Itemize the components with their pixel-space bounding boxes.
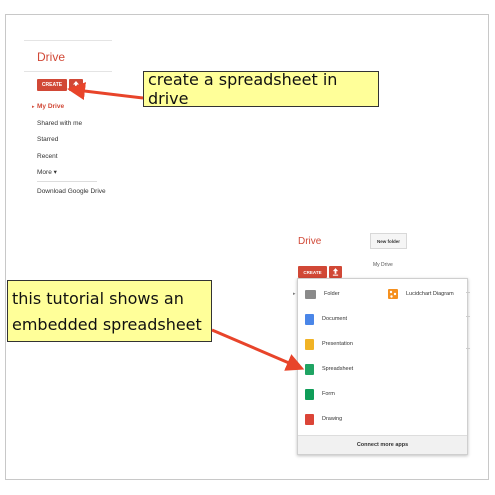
create-menu: Folder Document Presentation Spreadsheet… (297, 278, 468, 455)
new-folder-button[interactable]: New folder (370, 233, 407, 249)
connect-more-apps-button[interactable]: Connect more apps (298, 435, 467, 454)
menu-item-label: Form (322, 391, 335, 397)
menu-item-document[interactable]: Document (298, 311, 347, 327)
create-button[interactable]: CREATE (37, 79, 67, 91)
sidebar-item-recent[interactable]: Recent (37, 153, 106, 170)
sidebar-item-download-drive[interactable]: Download Google Drive (37, 188, 106, 205)
sidebar-item-shared-with-me[interactable]: Shared with me (37, 120, 106, 137)
upload-button-2[interactable] (329, 266, 342, 278)
spreadsheet-icon (305, 363, 314, 375)
menu-item-form[interactable]: Form (298, 386, 335, 402)
menu-item-label: Presentation (322, 341, 353, 347)
upload-icon (332, 268, 339, 276)
menu-item-label: Folder (324, 291, 340, 297)
drive-logo-title-2[interactable]: Drive (298, 236, 321, 247)
menu-item-label: Lucidchart Diagram (406, 291, 454, 297)
sidebar-item-label: My Drive (37, 103, 65, 110)
sidebar-item-label: Shared with me (37, 119, 83, 127)
callout-tutorial-line1: this tutorial shows an (12, 289, 184, 308)
sidebar-item-label: Recent (37, 152, 58, 160)
menu-item-lucidchart[interactable]: Lucidchart Diagram (388, 286, 454, 302)
drive-logo-title[interactable]: Drive (37, 50, 65, 64)
document-icon (305, 313, 314, 325)
collapse-caret-icon: ▸ (293, 291, 296, 297)
sidebar-item-more[interactable]: More ▾ (37, 169, 106, 186)
sidebar-item-starred[interactable]: Starred (37, 136, 106, 153)
sidebar-item-label: More ▾ (37, 169, 57, 176)
caret-right-icon: ▸ (32, 104, 35, 110)
folder-icon (305, 289, 316, 299)
upload-button[interactable] (69, 79, 83, 91)
create-button-2[interactable]: CREATE (298, 266, 327, 278)
drawing-icon (305, 413, 314, 425)
my-drive-heading: My Drive (373, 262, 393, 268)
menu-item-spreadsheet[interactable]: Spreadsheet (298, 361, 353, 377)
form-icon (305, 388, 314, 400)
menu-item-label: Spreadsheet (322, 366, 354, 372)
sidebar-nav: ▸ My Drive Shared with me Starred Recent… (32, 103, 106, 205)
sidebar-item-label: Starred (37, 136, 59, 143)
callout-create: create a spreadsheet in drive (143, 70, 379, 108)
callout-tutorial: this tutorial shows an embedded spreadsh… (7, 280, 212, 342)
sidebar-item-label: Download Google Drive (37, 187, 106, 195)
upload-icon (73, 80, 79, 90)
sidebar-divider (37, 180, 97, 182)
callout-tutorial-line2: embedded spreadsheet (12, 315, 202, 334)
menu-item-drawing[interactable]: Drawing (298, 411, 342, 427)
menu-item-label: Drawing (322, 416, 343, 422)
menu-item-folder[interactable]: Folder (298, 286, 340, 302)
callout-create-text: create a spreadsheet in drive (148, 70, 338, 108)
lucidchart-icon (388, 289, 398, 299)
menu-item-label: Document (322, 316, 348, 322)
presentation-icon (305, 338, 314, 350)
menu-item-presentation[interactable]: Presentation (298, 336, 353, 352)
sidebar-item-my-drive[interactable]: ▸ My Drive (32, 103, 106, 120)
